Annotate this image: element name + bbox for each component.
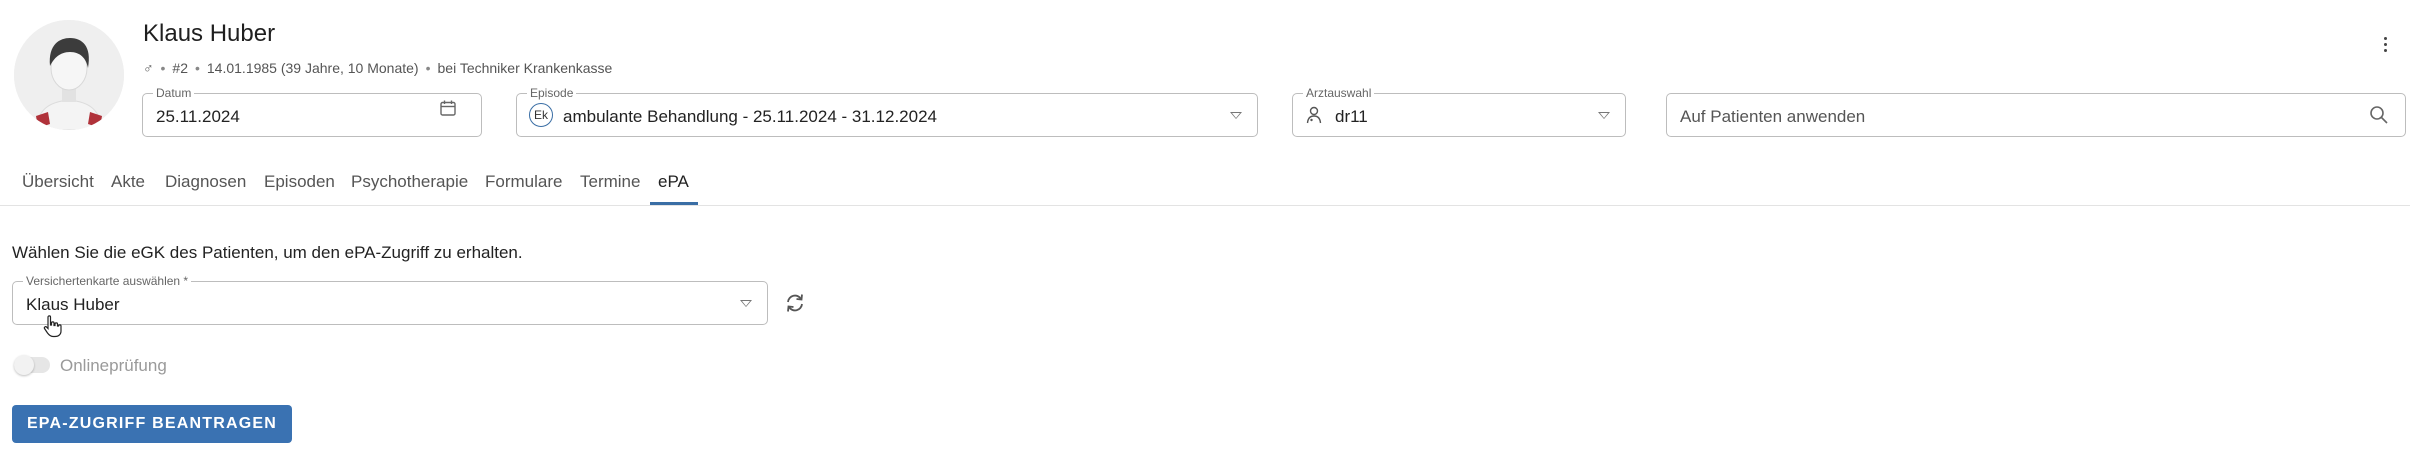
doctor-select-label: Arztauswahl: [1303, 86, 1375, 100]
episode-value: ambulante Behandlung - 25.11.2024 - 31.1…: [563, 107, 937, 126]
separator-dot: •: [160, 60, 166, 76]
chevron-down-icon[interactable]: [740, 300, 752, 307]
online-check-label: Onlineprüfung: [60, 356, 167, 375]
episode-select[interactable]: Episode Ek ambulante Behandlung - 25.11.…: [516, 86, 1258, 137]
date-field-value: 25.11.2024: [156, 107, 240, 126]
chevron-down-icon[interactable]: [1598, 112, 1610, 119]
patient-name: Klaus Huber: [143, 20, 276, 47]
patient-search-field[interactable]: Auf Patienten anwenden: [1666, 93, 2406, 137]
patient-birthdate: 14.01.1985 (39 Jahre, 10 Monate): [206, 60, 419, 76]
date-field-label: Datum: [153, 86, 195, 100]
tab-akte[interactable]: Akte: [111, 172, 145, 192]
tab-formulare[interactable]: Formulare: [485, 172, 562, 192]
insurance-card-value: Klaus Huber: [26, 295, 120, 314]
doctor-icon: [1306, 106, 1322, 124]
patient-avatar: [14, 20, 124, 130]
tab-bar: Übersicht Akte Diagnosen Episoden Psycho…: [0, 160, 2410, 206]
request-epa-access-button[interactable]: EPA-ZUGRIFF BEANTRAGEN: [12, 405, 292, 443]
patient-meta: ♂ • #2 • 14.01.1985 (39 Jahre, 10 Monate…: [143, 60, 612, 76]
doctor-value: dr11: [1335, 107, 1368, 126]
chevron-down-icon[interactable]: [1230, 112, 1242, 119]
epa-instruction-text: Wählen Sie die eGK des Patienten, um den…: [12, 243, 523, 262]
online-check-toggle[interactable]: [14, 355, 50, 375]
patient-number: #2: [172, 60, 188, 76]
episode-label: Episode: [527, 86, 577, 100]
patient-search-placeholder: Auf Patienten anwenden: [1680, 107, 1866, 126]
separator-dot: •: [425, 60, 431, 76]
insurance-card-label: Versichertenkarte auswählen *: [23, 274, 192, 288]
refresh-icon[interactable]: [784, 292, 806, 314]
toggle-knob: [14, 355, 34, 375]
mouse-cursor-icon: [43, 315, 62, 338]
tab-psychotherapie[interactable]: Psychotherapie: [351, 172, 468, 192]
tab-uebersicht[interactable]: Übersicht: [22, 172, 94, 192]
insurance-card-select[interactable]: Versichertenkarte auswählen * Klaus Hube…: [12, 274, 768, 325]
episode-type-badge: Ek: [529, 103, 553, 127]
gender-icon: ♂: [143, 60, 154, 76]
tab-termine[interactable]: Termine: [580, 172, 640, 192]
search-icon[interactable]: [2369, 105, 2389, 125]
more-vert-icon[interactable]: [2378, 30, 2392, 58]
tab-epa[interactable]: ePA: [658, 172, 689, 192]
patient-insurance: bei Techniker Krankenkasse: [437, 60, 613, 76]
tab-diagnosen[interactable]: Diagnosen: [165, 172, 246, 192]
separator-dot: •: [194, 60, 200, 76]
tab-episoden[interactable]: Episoden: [264, 172, 335, 192]
doctor-select[interactable]: Arztauswahl dr11: [1292, 86, 1626, 137]
calendar-icon[interactable]: [439, 99, 457, 117]
date-field[interactable]: Datum 25.11.2024: [142, 86, 482, 137]
active-tab-indicator: [650, 202, 698, 205]
